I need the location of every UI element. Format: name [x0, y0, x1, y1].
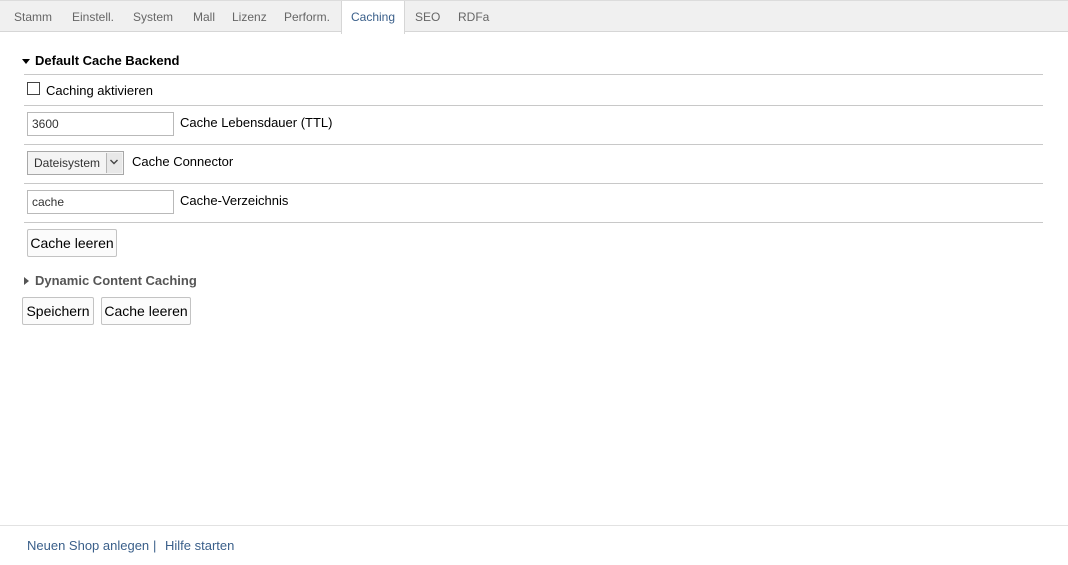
divider: [24, 222, 1043, 223]
tab-bar: Stamm Einstell. System Mall Lizenz Perfo…: [0, 0, 1068, 34]
divider: [24, 183, 1043, 184]
divider: [24, 105, 1043, 106]
divider: [24, 74, 1043, 75]
clear-cache-button[interactable]: Cache leeren: [27, 229, 117, 257]
tab-mall[interactable]: Mall: [193, 1, 215, 33]
footer: Neuen Shop anlegen | Hilfe starten: [0, 525, 1068, 565]
chevron-down-icon[interactable]: [106, 153, 122, 173]
tab-stamm[interactable]: Stamm: [14, 1, 52, 33]
caching-enable-checkbox[interactable]: [27, 82, 40, 95]
tab-einstell[interactable]: Einstell.: [72, 1, 114, 33]
cache-directory-input[interactable]: [27, 190, 174, 214]
new-shop-link[interactable]: Neuen Shop anlegen: [27, 538, 149, 553]
save-button[interactable]: Speichern: [22, 297, 94, 325]
triangle-right-icon[interactable]: [24, 277, 29, 285]
tab-caching[interactable]: Caching: [341, 1, 405, 34]
footer-separator: |: [153, 538, 157, 553]
tab-lizenz[interactable]: Lizenz: [232, 1, 267, 33]
cache-connector-label: Cache Connector: [132, 154, 234, 169]
triangle-down-icon[interactable]: [22, 59, 30, 64]
tab-rdfa[interactable]: RDFa: [458, 1, 489, 33]
divider: [24, 144, 1043, 145]
dynamic-content-caching-title[interactable]: Dynamic Content Caching: [35, 273, 197, 288]
help-link[interactable]: Hilfe starten: [165, 538, 234, 553]
cache-connector-select[interactable]: Dateisystem: [27, 151, 124, 175]
cache-connector-value: Dateisystem: [34, 156, 101, 170]
caching-enable-label: Caching aktivieren: [46, 83, 153, 98]
tab-system[interactable]: System: [133, 1, 173, 33]
clear-cache-action-button[interactable]: Cache leeren: [101, 297, 191, 325]
cache-ttl-label: Cache Lebensdauer (TTL): [180, 115, 333, 130]
tab-perform[interactable]: Perform.: [284, 1, 330, 33]
cache-directory-label: Cache-Verzeichnis: [180, 193, 289, 208]
cache-ttl-input[interactable]: [27, 112, 174, 136]
default-cache-backend-title[interactable]: Default Cache Backend: [35, 53, 180, 68]
tab-seo[interactable]: SEO: [415, 1, 440, 33]
